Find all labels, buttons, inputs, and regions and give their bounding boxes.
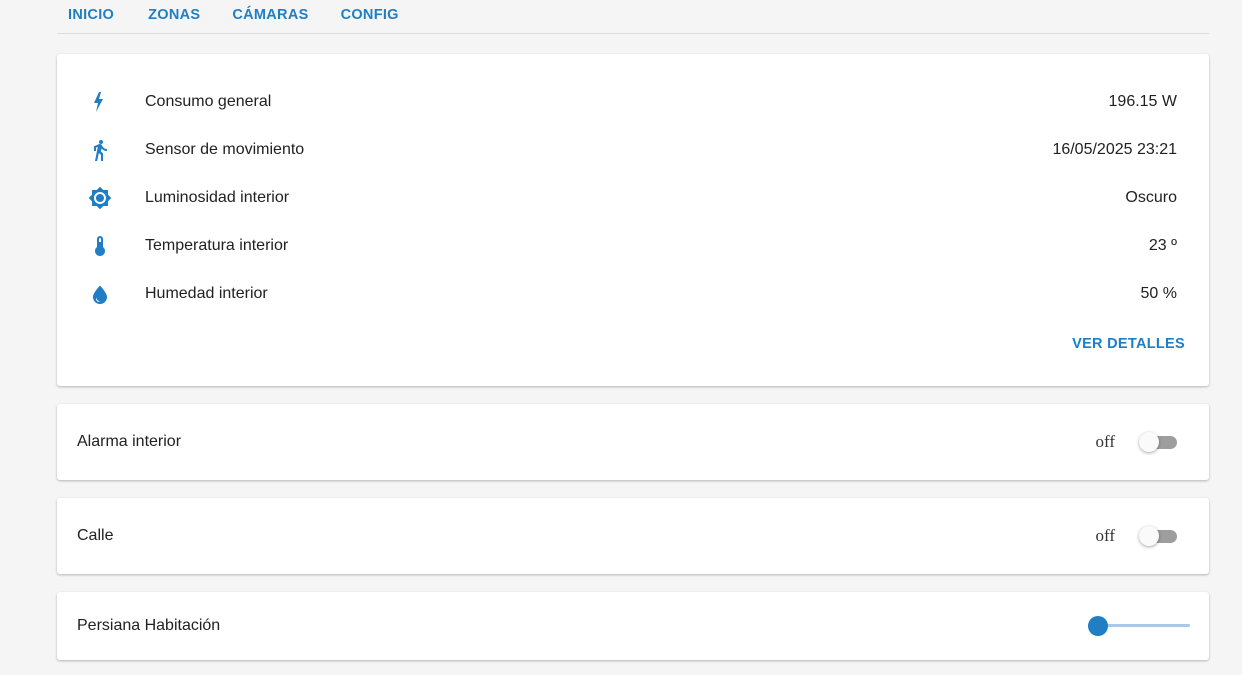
tab-camaras[interactable]: CÁMARAS xyxy=(232,7,308,27)
slider-handle[interactable] xyxy=(1088,616,1109,636)
top-tabs: INICIO ZONAS CÁMARAS CONFIG xyxy=(57,0,1209,34)
walk-icon xyxy=(88,138,112,162)
water-drop-icon xyxy=(88,282,112,306)
sensor-label: Consumo general xyxy=(145,93,272,110)
alarm-label: Alarma interior xyxy=(77,433,182,450)
persiana-position-slider[interactable] xyxy=(1088,614,1190,638)
sensor-value: 16/05/2025 23:21 xyxy=(1052,141,1177,158)
sensor-label: Humedad interior xyxy=(145,285,268,302)
sensor-label: Temperatura interior xyxy=(145,237,289,254)
sensor-value: Oscuro xyxy=(1125,189,1177,206)
sensor-value: 23 º xyxy=(1148,237,1177,254)
persiana-label: Persiana Habitación xyxy=(77,617,221,634)
alarm-state-text: off xyxy=(1095,432,1115,451)
toggle-thumb xyxy=(1139,526,1159,546)
sensors-card: Consumo general 196.15 W Sensor de movim… xyxy=(57,54,1209,386)
flash-icon xyxy=(88,90,112,114)
sensor-row-luminosidad[interactable]: Luminosidad interior Oscuro xyxy=(57,174,1209,222)
sensor-label: Sensor de movimiento xyxy=(145,141,305,158)
calle-row: Calle off xyxy=(57,512,1209,560)
calle-card: Calle off xyxy=(57,498,1209,574)
tab-zonas[interactable]: ZONAS xyxy=(148,7,200,27)
sensor-row-temperatura[interactable]: Temperatura interior 23 º xyxy=(57,222,1209,270)
brightness-icon xyxy=(88,186,112,210)
alarm-toggle[interactable] xyxy=(1139,431,1177,453)
persiana-card: Persiana Habitación xyxy=(57,592,1209,660)
calle-label: Calle xyxy=(77,527,114,544)
thermometer-icon xyxy=(88,234,112,258)
calle-toggle[interactable] xyxy=(1139,525,1177,547)
tab-config[interactable]: CONFIG xyxy=(341,7,399,27)
sensor-row-movimiento[interactable]: Sensor de movimiento 16/05/2025 23:21 xyxy=(57,126,1209,174)
alarm-card: Alarma interior off xyxy=(57,404,1209,480)
persiana-row: Persiana Habitación xyxy=(57,602,1209,650)
tab-inicio[interactable]: INICIO xyxy=(68,7,114,27)
sensor-row-consumo[interactable]: Consumo general 196.15 W xyxy=(57,78,1209,126)
sensor-row-humedad[interactable]: Humedad interior 50 % xyxy=(57,270,1209,318)
sensor-value: 50 % xyxy=(1140,285,1177,302)
ver-detalles-button[interactable]: VER DETALLES xyxy=(1072,336,1185,352)
calle-state-text: off xyxy=(1095,526,1115,545)
alarm-row: Alarma interior off xyxy=(57,418,1209,466)
toggle-thumb xyxy=(1139,432,1159,452)
sensor-label: Luminosidad interior xyxy=(145,189,290,206)
sensor-value: 196.15 W xyxy=(1108,93,1177,110)
